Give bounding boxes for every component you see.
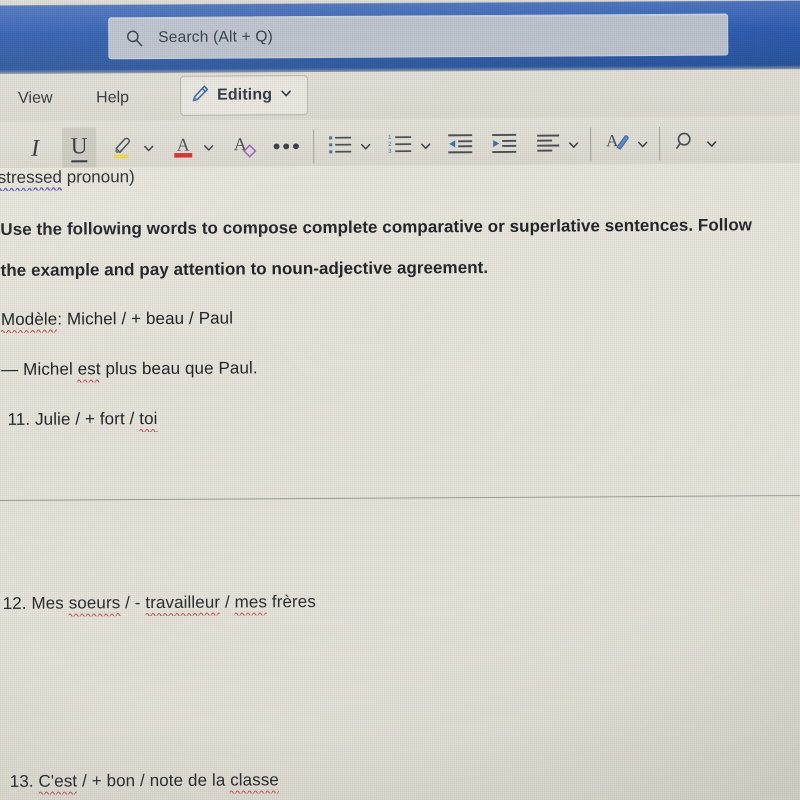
styles-chevron-down-icon[interactable] <box>634 137 650 150</box>
item-text-4: / <box>220 592 235 612</box>
item-text-0: Mes <box>26 593 69 613</box>
svg-text:A: A <box>177 134 190 154</box>
item-number: 11. <box>7 409 31 429</box>
increase-indent-button[interactable] <box>487 124 521 166</box>
align-left-icon <box>535 130 561 159</box>
font-color-chevron-down-icon[interactable] <box>200 141 216 154</box>
example-dash: — Michel <box>1 359 78 379</box>
item-text-1: soeurs <box>68 593 121 617</box>
numbered-list-chevron-down-icon[interactable] <box>417 139 433 152</box>
numbered-list-button[interactable]: 1 2 3 <box>383 125 417 167</box>
find-icon <box>675 130 697 157</box>
modele-line: Modèle: Michel / + beau / Paul <box>0 308 234 333</box>
decrease-indent-button[interactable] <box>443 124 477 166</box>
search-placeholder-text: Search (Alt + Q) <box>158 28 274 47</box>
svg-text:2: 2 <box>388 141 392 147</box>
item-text-3: classe <box>230 770 280 794</box>
highlight-chevron-down-icon[interactable] <box>140 141 156 154</box>
item-text-1: toi <box>139 408 158 433</box>
styles-button[interactable]: A <box>600 123 634 165</box>
search-icon <box>125 29 144 48</box>
item-number: 13. <box>9 771 34 791</box>
find-chevron-down-icon[interactable] <box>703 137 719 150</box>
more-options-button[interactable]: ••• <box>270 126 304 168</box>
underline-icon: U <box>71 134 88 162</box>
italic-icon: I <box>31 135 40 162</box>
screen-photo: Search (Alt + Q) View Help Editing I U A… <box>0 0 800 800</box>
svg-text:1: 1 <box>388 134 392 140</box>
app-title-bar: Search (Alt + Q) <box>0 0 800 76</box>
editing-mode-button[interactable]: Editing <box>180 75 309 116</box>
item-text-1: C'est <box>38 771 78 795</box>
item-text-6: frères <box>266 592 316 612</box>
item-text-0: Julie / + fort / <box>30 409 140 429</box>
highlighter-icon <box>110 131 136 164</box>
cut-off-text-line: (stressed pronoun) <box>0 166 292 191</box>
modele-label: Modèle <box>0 309 58 333</box>
bullet-list-chevron-down-icon[interactable] <box>357 140 373 153</box>
exercise-item-13: 13. C'est / + bon / note de la classe <box>9 770 280 795</box>
highlight-button[interactable] <box>106 127 140 169</box>
align-button[interactable] <box>531 124 565 166</box>
font-color-button[interactable]: A <box>166 126 200 168</box>
exercise-item-12: 12. Mes soeurs / - travailleur / mes frè… <box>3 592 316 617</box>
item-text-5: mes <box>234 592 268 616</box>
clear-formatting-button[interactable]: A <box>226 126 260 168</box>
example-rest: plus beau que Paul. <box>100 358 258 379</box>
modele-rest: : Michel / + beau / Paul <box>57 308 234 329</box>
toolbar-separator-1 <box>313 129 315 164</box>
search-input[interactable]: Search (Alt + Q) <box>108 13 729 60</box>
exercise-item-11: 11. Julie / + fort / toi <box>7 408 158 433</box>
item-number: 12. <box>2 593 27 613</box>
toolbar-separator-2 <box>590 127 592 162</box>
item-text-2: / + bon / note de la <box>77 770 231 791</box>
menu-item-view[interactable]: View <box>12 86 59 112</box>
clear-formatting-icon: A <box>229 130 257 163</box>
italic-button[interactable]: I <box>18 128 52 170</box>
align-chevron-down-icon[interactable] <box>565 138 581 151</box>
item-text-2: / - <box>120 593 146 613</box>
font-color-icon: A <box>170 131 196 164</box>
svg-text:3: 3 <box>388 148 392 154</box>
example-answer-line: — Michel est plus beau que Paul. <box>1 358 258 383</box>
example-misspelled-word: est <box>77 359 101 383</box>
find-button[interactable] <box>669 122 703 164</box>
instruction-line-1: Use the following words to compose compl… <box>0 215 753 239</box>
menu-item-help[interactable]: Help <box>90 85 135 111</box>
underline-button[interactable]: U <box>62 127 97 170</box>
increase-indent-icon <box>490 130 518 159</box>
cut-off-underlined-word: stressed <box>0 167 63 191</box>
bullet-list-icon <box>327 132 353 161</box>
bullet-list-button[interactable] <box>323 125 357 167</box>
numbered-list-icon: 1 2 3 <box>387 131 413 160</box>
instruction-line-2: the example and pay attention to noun-ad… <box>0 257 489 280</box>
chevron-down-icon <box>279 86 293 105</box>
item-text-3: travailleur <box>145 592 221 617</box>
pencil-icon <box>190 83 210 108</box>
editing-mode-label: Editing <box>217 86 273 104</box>
toolbar-separator-3 <box>659 126 661 161</box>
document-page[interactable]: (stressed pronoun) Use the following wor… <box>0 162 800 800</box>
ellipsis-icon: ••• <box>272 133 302 159</box>
answer-divider-rule <box>0 494 800 501</box>
styles-icon: A <box>603 127 631 160</box>
decrease-indent-icon <box>446 131 474 160</box>
cut-off-suffix: pronoun) <box>61 167 135 187</box>
